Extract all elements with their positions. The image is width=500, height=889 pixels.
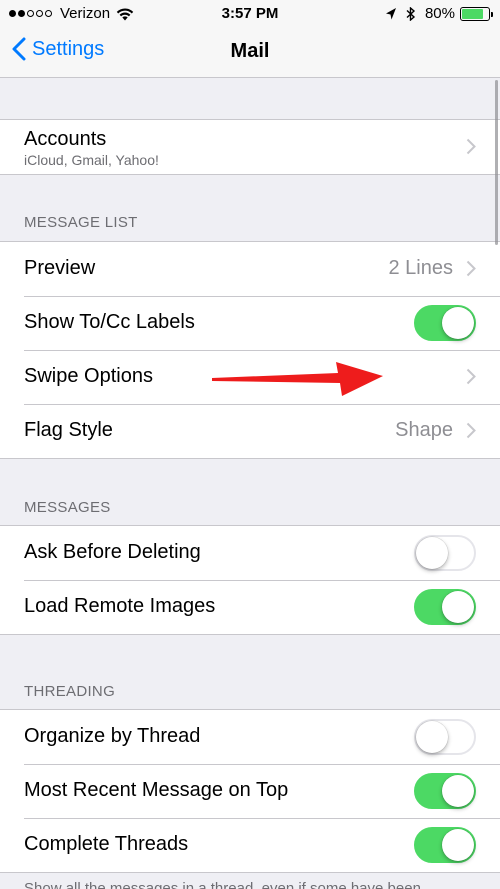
message-list-group: Preview 2 Lines Show To/Cc Labels Swipe … (0, 241, 500, 459)
organize-by-thread-toggle[interactable] (414, 719, 476, 755)
organize-by-thread-label: Organize by Thread (24, 725, 201, 747)
threading-footer-text: Show all the messages in a thread, even … (24, 880, 421, 889)
battery-icon (460, 6, 493, 21)
page-title: Mail (230, 40, 270, 62)
bluetooth-icon (406, 6, 416, 21)
ask-before-deleting-row: Ask Before Deleting (0, 526, 500, 580)
flag-style-value: Shape (395, 419, 453, 441)
ask-before-deleting-toggle[interactable] (414, 535, 476, 571)
section-header-messages: MESSAGES (24, 499, 111, 516)
most-recent-on-top-row: Most Recent Message on Top (0, 764, 500, 818)
chevron-right-icon (466, 138, 476, 155)
complete-threads-toggle[interactable] (414, 827, 476, 863)
chevron-right-icon (466, 368, 476, 385)
section-header-message-list: MESSAGE LIST (24, 214, 138, 231)
show-to-cc-labels-row: Show To/Cc Labels (0, 296, 500, 350)
toggle-knob (442, 591, 474, 623)
ask-before-deleting-label: Ask Before Deleting (24, 541, 201, 563)
toggle-knob (416, 537, 448, 569)
most-recent-on-top-toggle[interactable] (414, 773, 476, 809)
red-arrow-annotation (212, 362, 383, 396)
swipe-options-label: Swipe Options (24, 365, 153, 387)
toggle-knob (442, 307, 474, 339)
preview-label: Preview (24, 257, 96, 279)
battery-percentage: 80% (424, 5, 455, 22)
load-remote-images-toggle[interactable] (414, 589, 476, 625)
section-header-threading: THREADING (24, 683, 116, 700)
toggle-knob (442, 775, 474, 807)
show-to-cc-labels-label: Show To/Cc Labels (24, 311, 195, 333)
scroll-indicator (495, 80, 498, 245)
complete-threads-row: Complete Threads (0, 818, 500, 872)
chevron-right-icon (466, 422, 476, 439)
organize-by-thread-row: Organize by Thread (0, 710, 500, 764)
accounts-row[interactable]: Accounts iCloud, Gmail, Yahoo! (0, 120, 500, 174)
status-right: 80% (385, 5, 493, 22)
load-remote-images-row: Load Remote Images (0, 580, 500, 634)
accounts-subtitle: iCloud, Gmail, Yahoo! (24, 152, 159, 168)
status-bar: Verizon 3:57 PM 80% (0, 0, 500, 28)
accounts-label: Accounts (24, 128, 107, 150)
threading-group: Organize by Thread Most Recent Message o… (0, 709, 500, 873)
toggle-knob (442, 829, 474, 861)
battery-level-fill (462, 8, 483, 19)
preview-row[interactable]: Preview 2 Lines (0, 242, 500, 296)
messages-group: Ask Before Deleting Load Remote Images (0, 525, 500, 635)
location-arrow-icon (385, 7, 396, 19)
accounts-group: Accounts iCloud, Gmail, Yahoo! (0, 119, 500, 175)
show-to-cc-labels-toggle[interactable] (414, 305, 476, 341)
load-remote-images-label: Load Remote Images (24, 595, 216, 617)
most-recent-on-top-label: Most Recent Message on Top (24, 779, 289, 801)
complete-threads-label: Complete Threads (24, 833, 189, 855)
navigation-bar: Settings Mail (0, 28, 500, 78)
flag-style-label: Flag Style (24, 419, 113, 441)
flag-style-row[interactable]: Flag Style Shape (0, 404, 500, 458)
toggle-knob (416, 721, 448, 753)
chevron-right-icon (466, 260, 476, 277)
preview-value: 2 Lines (388, 257, 454, 279)
